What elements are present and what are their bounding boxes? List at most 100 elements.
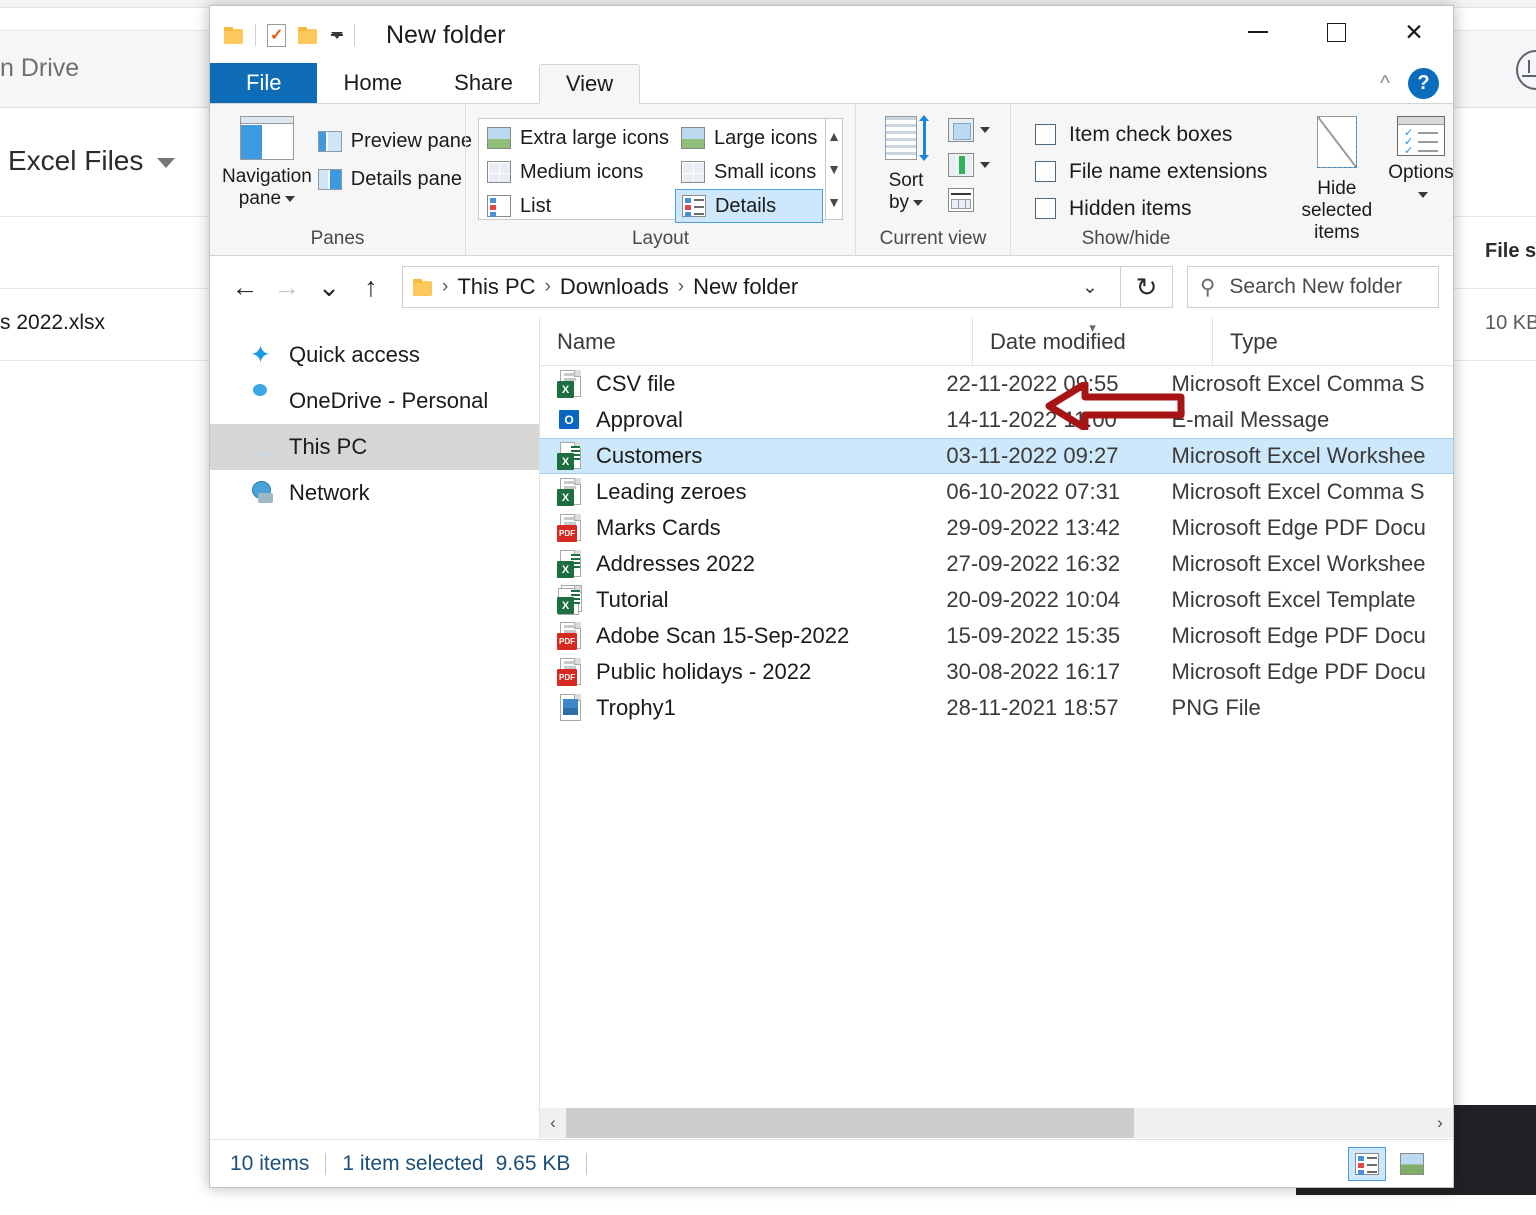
scrollbar-track[interactable] [566,1108,1427,1138]
sidebar-item-onedrive[interactable]: OneDrive - Personal [210,378,539,424]
ribbon-group-panes: Navigation pane Preview pane Details pan… [210,104,465,256]
checkbox-icon[interactable] [1035,124,1056,145]
checkbox-icon[interactable] [1035,161,1056,182]
sidebar-item-this-pc[interactable]: This PC [210,424,539,470]
ribbon-group-label-show-hide: Show/hide [1011,228,1241,250]
tab-view[interactable]: View [539,64,640,104]
breadcrumb-item-new-folder[interactable]: New folder [687,274,804,300]
options-button[interactable]: ✓ ✓ ✓ Options [1388,112,1453,256]
ribbon-group-show-hide: Item check boxes File name extensions Hi… [1010,104,1453,256]
layout-extra-large-icons[interactable]: Extra large icons [481,121,675,155]
recent-locations-button[interactable]: ⌄ [308,266,350,308]
layout-details[interactable]: Details [675,189,823,223]
tab-share[interactable]: Share [428,63,539,103]
new-folder-icon[interactable] [298,27,318,44]
preview-pane-button[interactable]: Preview pane [312,122,478,160]
refresh-button[interactable]: ↻ [1121,266,1173,308]
properties-checkmark-icon[interactable]: ✓ [267,24,286,47]
horizontal-scrollbar[interactable]: ‹ › [540,1108,1453,1138]
sort-by-label-1: Sort [889,170,924,191]
small-icons-icon [681,161,705,183]
size-columns-to-fit-button[interactable] [944,184,994,216]
layout-expand-icon[interactable]: ▼ [827,194,841,210]
sidebar-item-network[interactable]: Network [210,470,539,516]
customize-quick-access-caret-icon[interactable] [331,32,343,39]
breadcrumb[interactable]: › This PC › Downloads › New folder ⌄ [402,266,1121,308]
scroll-right-icon[interactable]: › [1427,1108,1453,1138]
maximize-icon [1327,23,1346,42]
column-header-label: Type [1230,329,1278,355]
breadcrumb-item-this-pc[interactable]: This PC [451,274,541,300]
address-dropdown-icon[interactable]: ⌄ [1070,267,1110,307]
table-row[interactable]: PDF Adobe Scan 15-Sep-2022 15-09-2022 15… [540,618,1453,654]
thumbnails-view-button[interactable] [1393,1147,1431,1181]
sidebar-item-quick-access[interactable]: ✦ Quick access [210,332,539,378]
table-row[interactable]: X Tutorial 20-09-2022 10:04 Microsoft Ex… [540,582,1453,618]
add-columns-button[interactable] [944,149,994,181]
table-row-selected[interactable]: X Customers 03-11-2022 09:27 Microsoft E… [540,438,1453,474]
minimize-button[interactable] [1219,6,1297,58]
column-header-type[interactable]: Type [1212,318,1452,366]
column-header-date-modified[interactable]: ▾ Date modified [972,318,1212,366]
background-folder-filter[interactable]: Excel Files [8,145,175,177]
divider [325,1153,326,1175]
table-row[interactable]: X Leading zeroes 06-10-2022 07:31 Micros… [540,474,1453,510]
layout-scroll-up-icon[interactable]: ▲ [827,128,841,144]
tab-home[interactable]: Home [317,63,428,103]
file-date-cell: 30-08-2022 16:17 [946,659,1171,685]
maximize-button[interactable] [1297,6,1375,58]
file-date-cell: 20-09-2022 10:04 [946,587,1171,613]
back-button[interactable]: ← [224,266,266,308]
layout-medium-icons[interactable]: Medium icons [481,155,675,189]
details-view-button[interactable] [1348,1147,1386,1181]
table-row[interactable]: X Addresses 2022 27-09-2022 16:32 Micros… [540,546,1453,582]
table-row[interactable]: PDF Public holidays - 2022 30-08-2022 16… [540,654,1453,690]
layout-option-label: Medium icons [520,161,643,184]
layout-scroll-down-icon[interactable]: ▼ [827,161,841,177]
group-by-button[interactable] [944,114,994,146]
layout-list[interactable]: List [481,189,675,223]
table-row[interactable]: PDF Marks Cards 29-09-2022 13:42 Microso… [540,510,1453,546]
close-button[interactable]: ✕ [1375,6,1453,58]
scrollbar-thumb[interactable] [566,1108,1134,1138]
hide-selected-items-button[interactable]: Hide selected items [1301,112,1372,256]
thumbnails-view-icon [1400,1153,1424,1175]
collapse-ribbon-icon[interactable]: ^ [1380,72,1390,96]
table-row[interactable]: X CSV file 22-11-2022 09:55 Microsoft Ex… [540,366,1453,402]
breadcrumb-item-downloads[interactable]: Downloads [554,274,675,300]
layout-option-label: Details [715,195,776,218]
help-icon[interactable]: ? [1408,68,1439,99]
scroll-left-icon[interactable]: ‹ [540,1108,566,1138]
group-by-icon [948,118,974,142]
breadcrumb-separator: › [542,276,554,298]
search-input[interactable]: ⚲ Search New folder [1187,266,1439,308]
sort-indicator-icon: ▾ [1089,320,1096,336]
forward-button[interactable]: → [266,266,308,308]
layout-large-icons[interactable]: Large icons [675,121,823,155]
tab-file[interactable]: File [210,63,317,103]
outlook-icon: O [557,405,583,435]
file-name-label: CSV file [596,371,675,397]
extra-large-icons-icon [487,127,511,149]
table-row[interactable]: Trophy1 28-11-2021 18:57 PNG File [540,690,1453,726]
layout-small-icons[interactable]: Small icons [675,155,823,189]
file-name-cell: X Addresses 2022 [540,549,946,579]
column-header-name[interactable]: Name [540,318,972,366]
column-header-label: Date modified [990,329,1126,355]
item-check-boxes-option[interactable]: Item check boxes [1029,116,1273,153]
file-list: Name ▾ Date modified Type X CSV file 22-… [540,318,1453,1138]
checkbox-icon[interactable] [1035,198,1056,219]
up-button[interactable]: ↑ [350,266,392,308]
file-type-cell: Microsoft Excel Workshee [1172,443,1453,469]
preview-pane-icon [318,131,342,152]
file-name-extensions-option[interactable]: File name extensions [1029,153,1273,190]
folder-icon[interactable] [224,27,244,44]
column-headers: Name ▾ Date modified Type [540,318,1453,366]
table-row[interactable]: O Approval 14-11-2022 11:00 E-mail Messa… [540,402,1453,438]
hidden-items-option[interactable]: Hidden items [1029,190,1273,227]
details-pane-button[interactable]: Details pane [312,160,478,198]
file-name-cell: X Customers [540,441,946,471]
background-folder-filter-label: Excel Files [8,145,143,176]
search-icon: ⚲ [1200,275,1215,300]
sidebar-item-label: OneDrive - Personal [289,388,488,414]
